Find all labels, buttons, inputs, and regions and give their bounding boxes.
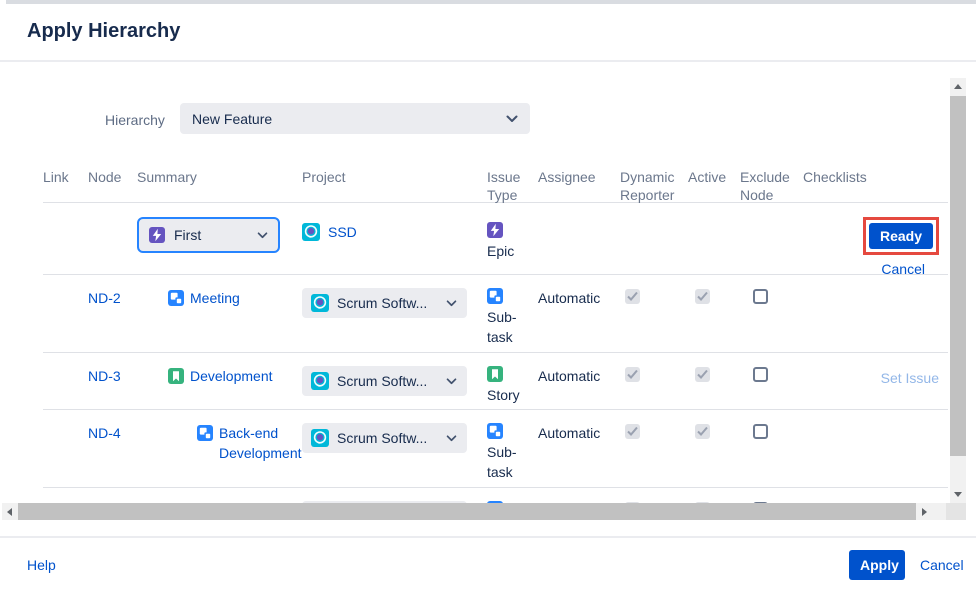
col-header-exclude-node: Exclude Node — [740, 165, 803, 204]
assignee-value: Automatic — [538, 410, 620, 487]
issue-type-label: Sub-task — [487, 442, 529, 482]
story-icon — [168, 368, 184, 384]
col-header-checklists: Checklists — [803, 165, 948, 204]
dynamic-reporter-checkbox[interactable] — [625, 424, 640, 439]
subtask-icon — [168, 290, 184, 306]
dialog-footer: Help Apply Cancel — [0, 536, 976, 589]
apply-hierarchy-dialog: Apply Hierarchy Hierarchy New Feature Li… — [0, 0, 976, 589]
project-avatar-icon — [302, 223, 320, 241]
ready-highlight-annotation: Ready — [863, 217, 939, 255]
exclude-node-checkbox[interactable] — [753, 367, 768, 382]
node-link[interactable]: ND-4 — [88, 423, 121, 443]
epic-icon — [149, 227, 165, 243]
assignee-value: Automatic — [538, 488, 620, 503]
col-header-assignee: Assignee — [538, 165, 620, 204]
hierarchy-select-value: New Feature — [192, 111, 506, 127]
col-header-dynamic-reporter: Dynamic Reporter — [620, 165, 688, 204]
horizontal-scrollbar-thumb[interactable] — [18, 503, 916, 520]
summary-issuetype-select[interactable]: First — [137, 217, 280, 253]
col-header-summary: Summary — [137, 165, 302, 204]
project-link[interactable]: SSD — [328, 222, 357, 242]
project-avatar-icon — [311, 429, 329, 447]
col-header-issue-type: Issue Type — [487, 165, 538, 204]
project-select[interactable]: Scrum Softw... — [302, 366, 467, 396]
table-row: ND-5 Front-end Scrum Softw... — [43, 488, 948, 503]
hierarchy-select[interactable]: New Feature — [180, 103, 530, 134]
subtask-icon — [197, 425, 213, 441]
subtask-icon — [487, 288, 503, 304]
assignee-value: Automatic — [538, 275, 620, 352]
table-row: ND-4 Back-end Development Scrum Softw... — [43, 410, 948, 488]
project-select-value: Scrum Softw... — [337, 428, 446, 448]
scroll-down-arrow[interactable] — [950, 486, 966, 503]
dynamic-reporter-checkbox[interactable] — [625, 367, 640, 382]
story-icon — [487, 366, 503, 382]
summary-link[interactable]: Meeting — [190, 288, 294, 308]
chevron-down-icon — [506, 115, 518, 123]
project-avatar-icon — [311, 294, 329, 312]
scroll-right-arrow[interactable] — [917, 503, 932, 520]
summary-link[interactable]: Back-end Development — [219, 423, 294, 463]
hierarchy-label: Hierarchy — [105, 112, 165, 128]
chevron-down-icon — [446, 378, 457, 385]
col-header-link: Link — [43, 165, 88, 204]
issue-type-label: Sub-task — [487, 307, 529, 347]
epic-icon — [487, 222, 503, 238]
exclude-node-checkbox[interactable] — [753, 289, 768, 304]
cancel-link[interactable]: Cancel — [920, 557, 964, 573]
ready-button[interactable]: Ready — [869, 223, 933, 249]
dialog-title: Apply Hierarchy — [27, 20, 180, 43]
chevron-down-icon — [257, 232, 268, 239]
active-checkbox[interactable] — [695, 367, 710, 382]
assignee-value: Automatic — [538, 353, 620, 409]
project-select[interactable]: Scrum Softw... — [302, 423, 467, 453]
chevron-down-icon — [446, 300, 457, 307]
table-row: ND-3 Development Scrum Softw... — [43, 353, 948, 410]
exclude-node-checkbox[interactable] — [753, 424, 768, 439]
apply-button[interactable]: Apply — [849, 550, 905, 580]
scroll-left-arrow[interactable] — [2, 503, 17, 520]
help-link[interactable]: Help — [27, 557, 56, 573]
issue-type-label: Epic — [487, 241, 529, 261]
active-checkbox[interactable] — [695, 424, 710, 439]
vertical-scrollbar-thumb[interactable] — [950, 96, 966, 456]
node-link[interactable]: ND-2 — [88, 288, 121, 308]
project-select-value: Scrum Softw... — [337, 293, 446, 313]
table-header-row: Link Node Summary Project Issue Type Ass… — [43, 165, 948, 203]
set-issue-link[interactable]: Set Issue — [881, 370, 939, 386]
hierarchy-table: Link Node Summary Project Issue Type Ass… — [43, 165, 948, 503]
summary-select-value: First — [174, 225, 257, 245]
scrollbar-corner — [946, 503, 966, 520]
table-row-editor: First SSD Epic — [43, 203, 948, 275]
chevron-down-icon — [446, 435, 457, 442]
issue-type-label: Story — [487, 385, 529, 405]
dialog-header: Apply Hierarchy — [0, 4, 976, 62]
project-select-value: Scrum Softw... — [337, 371, 446, 391]
project-avatar-icon — [311, 372, 329, 390]
table-row: ND-2 Meeting Scrum Softw... — [43, 275, 948, 353]
col-header-node: Node — [88, 165, 137, 204]
scroll-up-arrow[interactable] — [950, 78, 966, 95]
col-header-active: Active — [688, 165, 740, 204]
vertical-scrollbar[interactable] — [950, 78, 966, 503]
horizontal-scrollbar[interactable] — [2, 503, 946, 520]
active-checkbox[interactable] — [695, 289, 710, 304]
project-select[interactable]: Scrum Softw... — [302, 288, 467, 318]
summary-link[interactable]: Development — [190, 366, 294, 386]
node-link[interactable]: ND-3 — [88, 366, 121, 386]
subtask-icon — [487, 423, 503, 439]
dynamic-reporter-checkbox[interactable] — [625, 289, 640, 304]
col-header-project: Project — [302, 165, 487, 204]
